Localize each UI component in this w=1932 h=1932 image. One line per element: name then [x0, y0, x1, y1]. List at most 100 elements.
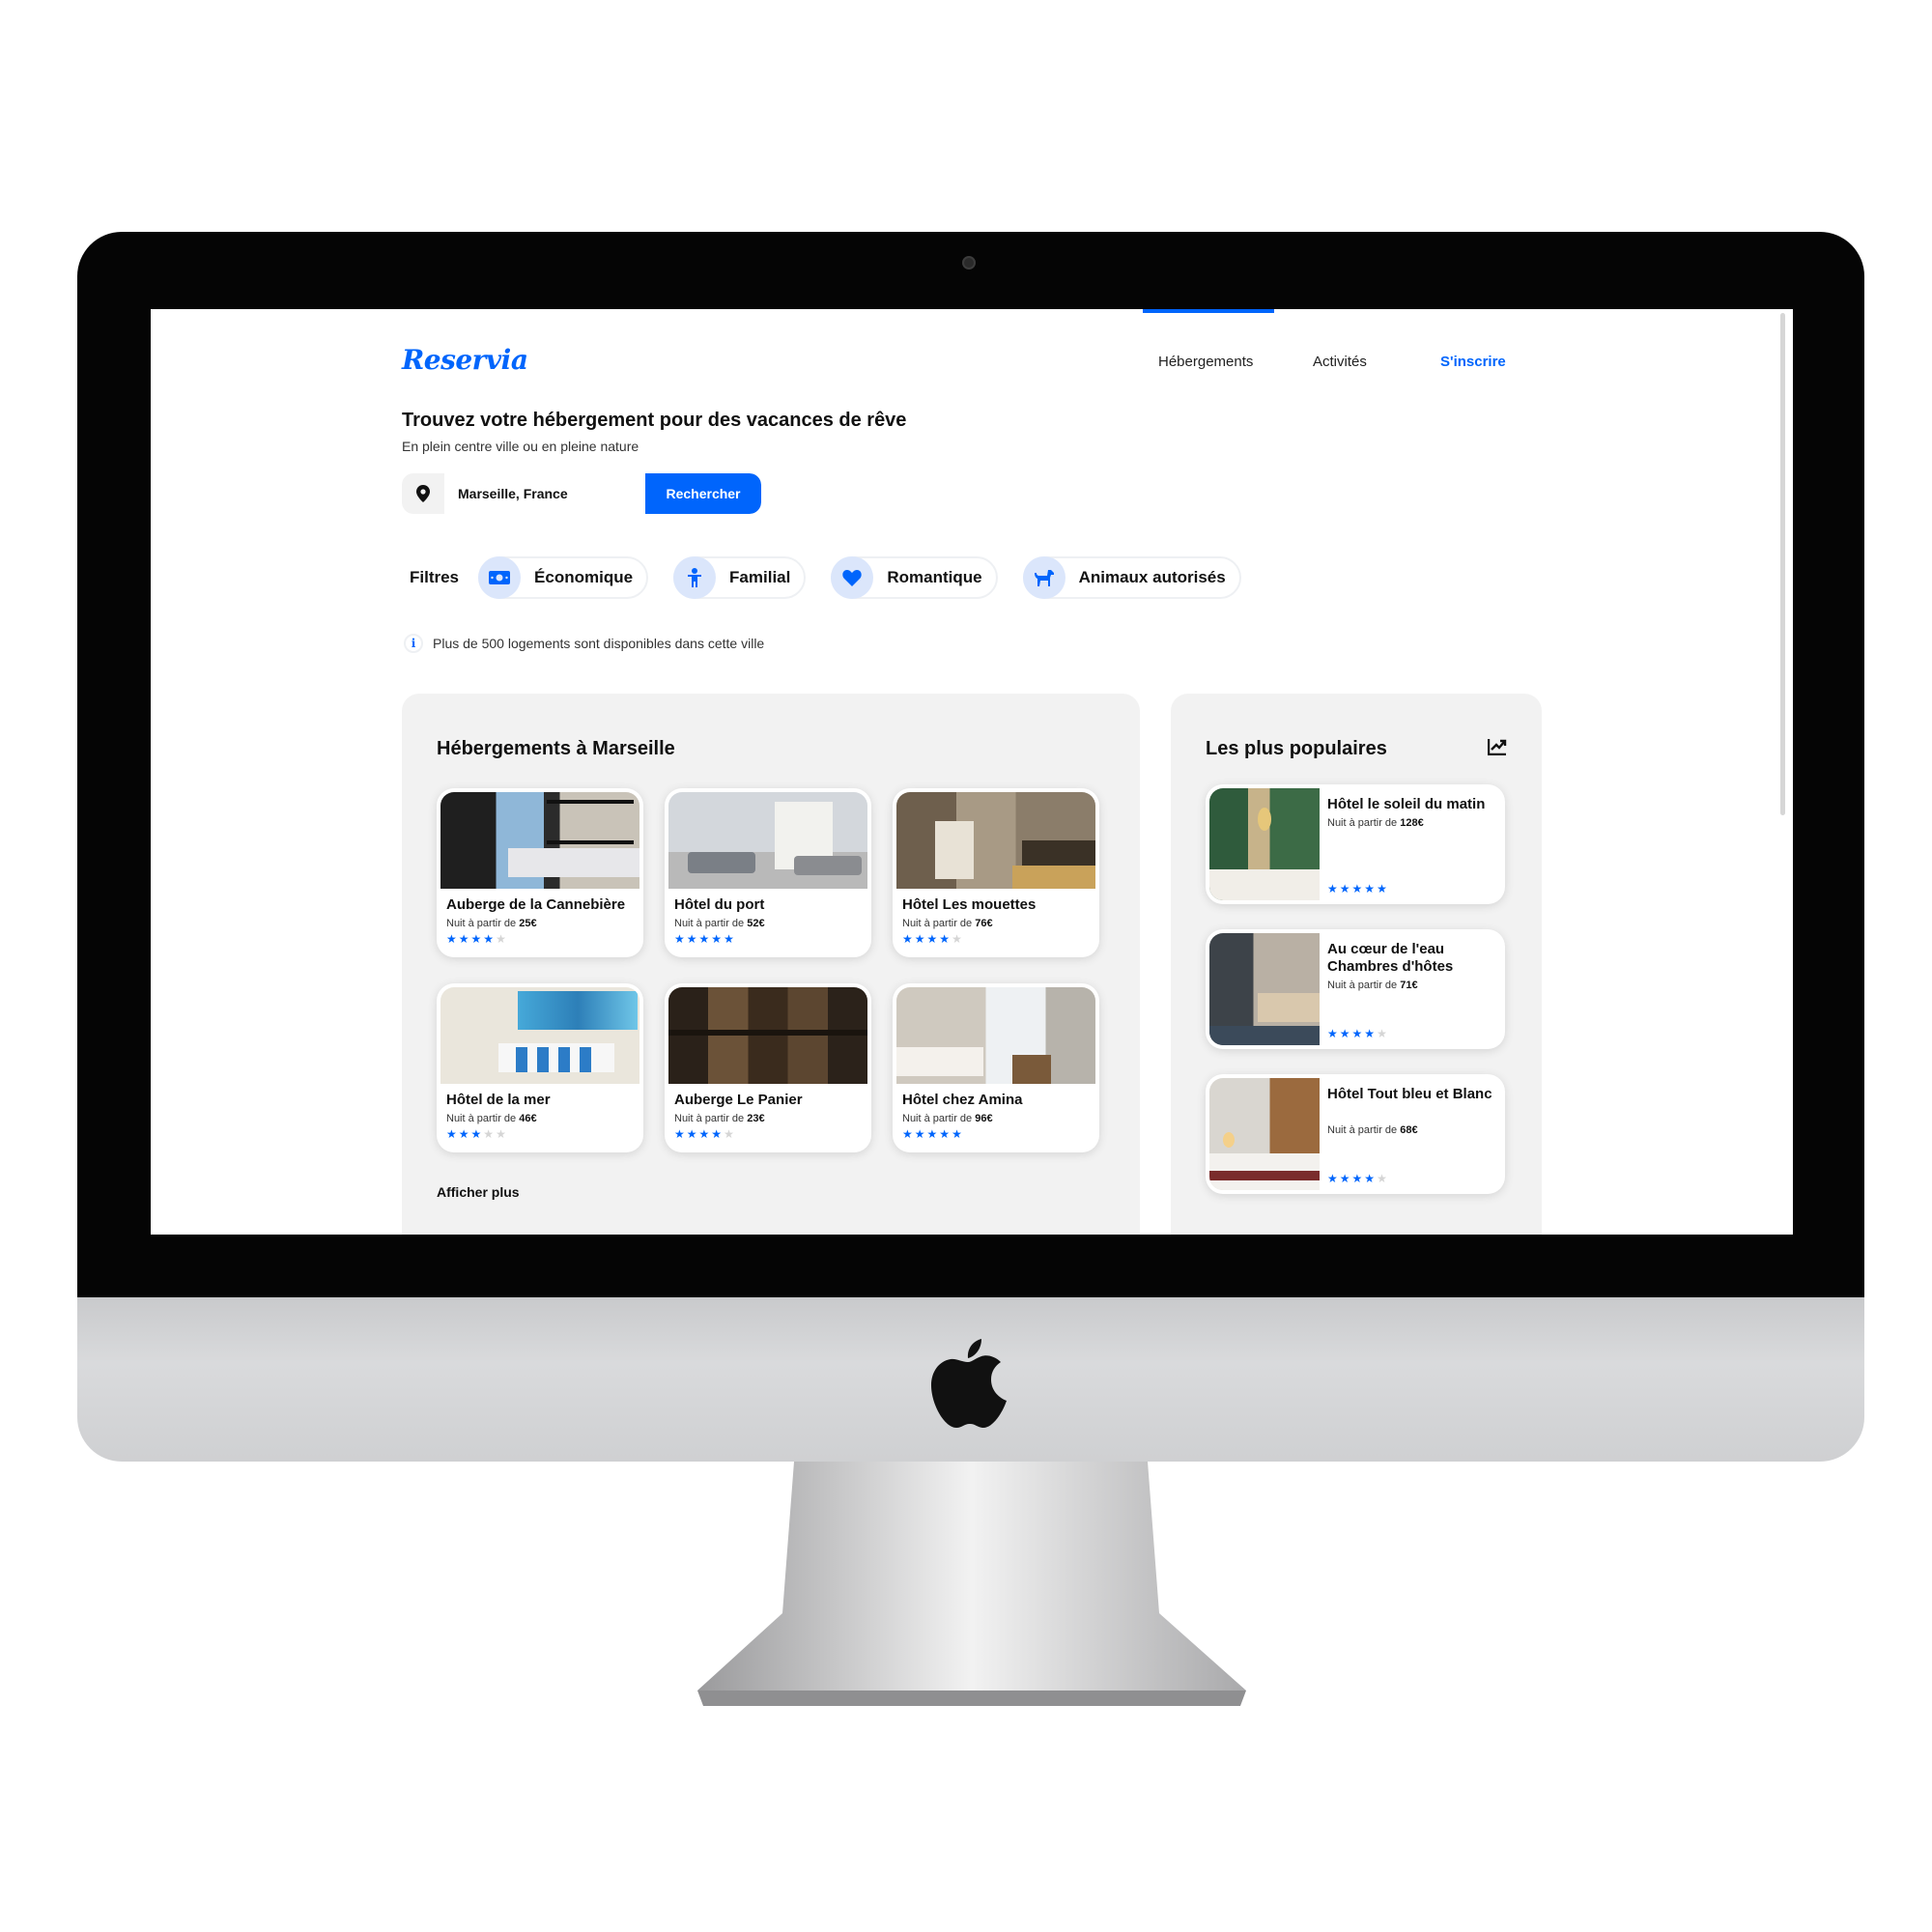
star-filled-icon: ★: [458, 932, 469, 946]
price-prefix: Nuit à partir de: [1327, 980, 1398, 991]
price-value: 71€: [1400, 980, 1418, 991]
apple-logo-icon: [931, 1339, 1007, 1428]
star-filled-icon: ★: [1351, 882, 1363, 895]
star-rating: ★ ★ ★ ★ ★: [902, 933, 962, 945]
price-value: 25€: [519, 918, 537, 929]
popular-card[interactable]: Hôtel le soleil du matin Nuit à partir d…: [1206, 784, 1505, 904]
listing-name: Hôtel de la mer: [446, 1092, 551, 1108]
star-empty-icon: ★: [483, 1127, 495, 1141]
listing-photo: [668, 792, 867, 889]
star-filled-icon: ★: [914, 1127, 925, 1141]
star-filled-icon: ★: [1364, 1027, 1376, 1040]
star-filled-icon: ★: [458, 1127, 469, 1141]
child-icon: [673, 556, 717, 599]
page-title: Trouvez votre hébergement pour des vacan…: [402, 410, 907, 431]
star-filled-icon: ★: [1327, 1027, 1338, 1040]
filter-label: Économique: [534, 568, 634, 586]
star-empty-icon: ★: [1377, 1027, 1387, 1040]
popular-title: Les plus populaires: [1206, 738, 1387, 759]
heart-icon: [831, 556, 874, 599]
star-filled-icon: ★: [902, 932, 913, 946]
info-icon: i: [404, 634, 423, 653]
price-prefix: Nuit à partir de: [902, 1113, 973, 1124]
listing-card[interactable]: Hôtel de la mer Nuit à partir de 46€ ★ ★ ★…: [437, 983, 643, 1152]
star-empty-icon: ★: [724, 1127, 734, 1141]
page-subtitle: En plein centre ville ou en pleine natur…: [402, 439, 639, 454]
star-empty-icon: ★: [496, 1127, 506, 1141]
star-filled-icon: ★: [686, 932, 697, 946]
star-filled-icon: ★: [939, 1127, 951, 1141]
active-nav-indicator: [1143, 309, 1274, 313]
star-rating: ★ ★ ★ ★ ★: [1327, 1028, 1387, 1039]
star-filled-icon: ★: [698, 932, 710, 946]
popular-photo: [1209, 1078, 1320, 1190]
star-filled-icon: ★: [724, 932, 734, 946]
nav-link-signup[interactable]: S'inscrire: [1440, 354, 1506, 370]
star-rating: ★ ★ ★ ★ ★: [902, 1128, 962, 1140]
filters-bar: Filtres Économique Familial Romantique A…: [410, 556, 1241, 599]
price-prefix: Nuit à partir de: [674, 1113, 745, 1124]
nav-link-hebergements[interactable]: Hébergements: [1158, 354, 1253, 370]
listing-name: Auberge de la Cannebière: [446, 896, 626, 913]
star-filled-icon: ★: [446, 1127, 457, 1141]
info-banner: i Plus de 500 logements sont disponibles…: [404, 634, 764, 653]
star-empty-icon: ★: [496, 932, 506, 946]
price-prefix: Nuit à partir de: [1327, 1124, 1398, 1136]
star-rating: ★ ★ ★ ★ ★: [674, 1128, 734, 1140]
filter-chip-romantique[interactable]: Romantique: [831, 556, 998, 599]
camera-icon: [962, 256, 976, 270]
star-rating: ★ ★ ★ ★ ★: [446, 933, 506, 945]
price-value: 76€: [975, 918, 993, 929]
listing-photo: [440, 987, 639, 1084]
popular-name: Hôtel Tout bleu et Blanc: [1327, 1086, 1492, 1102]
listing-price: Nuit à partir de 23€: [674, 1113, 765, 1124]
listing-card[interactable]: Hôtel du port Nuit à partir de 52€ ★ ★ ★ ★ ★: [665, 788, 871, 957]
logo[interactable]: Reservia: [402, 344, 528, 376]
listing-card[interactable]: Hôtel chez Amina Nuit à partir de 96€ ★ ★…: [893, 983, 1099, 1152]
trending-chart-icon: [1488, 739, 1507, 755]
listing-price: Nuit à partir de 76€: [902, 918, 993, 929]
star-filled-icon: ★: [1339, 882, 1350, 895]
star-filled-icon: ★: [952, 1127, 962, 1141]
price-prefix: Nuit à partir de: [446, 1113, 517, 1124]
search-bar: Rechercher: [402, 473, 761, 514]
filter-chip-economique[interactable]: Économique: [478, 556, 649, 599]
search-button[interactable]: Rechercher: [645, 473, 761, 514]
listing-name: Auberge Le Panier: [674, 1092, 803, 1108]
price-value: 68€: [1400, 1124, 1418, 1136]
search-input[interactable]: [444, 473, 645, 514]
listing-card[interactable]: Hôtel Les mouettes Nuit à partir de 76€ …: [893, 788, 1099, 957]
show-more-link[interactable]: Afficher plus: [437, 1184, 520, 1200]
price-value: 46€: [519, 1113, 537, 1124]
star-filled-icon: ★: [711, 1127, 723, 1141]
popular-name: Au cœur de l'eau Chambres d'hôtes: [1327, 941, 1454, 975]
price-value: 52€: [747, 918, 765, 929]
filter-chip-familial[interactable]: Familial: [673, 556, 807, 599]
location-pin-icon: [402, 473, 444, 514]
listing-card[interactable]: Auberge de la Cannebière Nuit à partir d…: [437, 788, 643, 957]
filter-chip-animaux[interactable]: Animaux autorisés: [1022, 556, 1241, 599]
browser-viewport: Reservia Hébergements Activités S'inscri…: [151, 309, 1793, 1235]
listing-name: Hôtel chez Amina: [902, 1092, 1023, 1108]
scrollbar[interactable]: [1780, 313, 1785, 815]
star-filled-icon: ★: [1351, 1172, 1363, 1185]
popular-card[interactable]: Au cœur de l'eau Chambres d'hôtes Nuit à…: [1206, 929, 1505, 1049]
star-filled-icon: ★: [446, 932, 457, 946]
dog-icon: [1022, 556, 1065, 599]
listing-price: Nuit à partir de 96€: [902, 1113, 993, 1124]
price-prefix: Nuit à partir de: [902, 918, 973, 929]
listing-photo: [896, 792, 1095, 889]
star-filled-icon: ★: [1351, 1027, 1363, 1040]
star-filled-icon: ★: [902, 1127, 913, 1141]
popular-card[interactable]: Hôtel Tout bleu et Blanc Nuit à partir d…: [1206, 1074, 1505, 1194]
nav-link-activites[interactable]: Activités: [1313, 354, 1367, 370]
listing-card[interactable]: Auberge Le Panier Nuit à partir de 23€ ★…: [665, 983, 871, 1152]
listing-price: Nuit à partir de 52€: [674, 918, 765, 929]
star-filled-icon: ★: [470, 1127, 482, 1141]
star-filled-icon: ★: [711, 932, 723, 946]
listing-name: Hôtel Les mouettes: [902, 896, 1037, 913]
star-filled-icon: ★: [939, 932, 951, 946]
star-empty-icon: ★: [952, 932, 962, 946]
listings-title: Hébergements à Marseille: [437, 738, 675, 759]
price-prefix: Nuit à partir de: [1327, 817, 1398, 829]
